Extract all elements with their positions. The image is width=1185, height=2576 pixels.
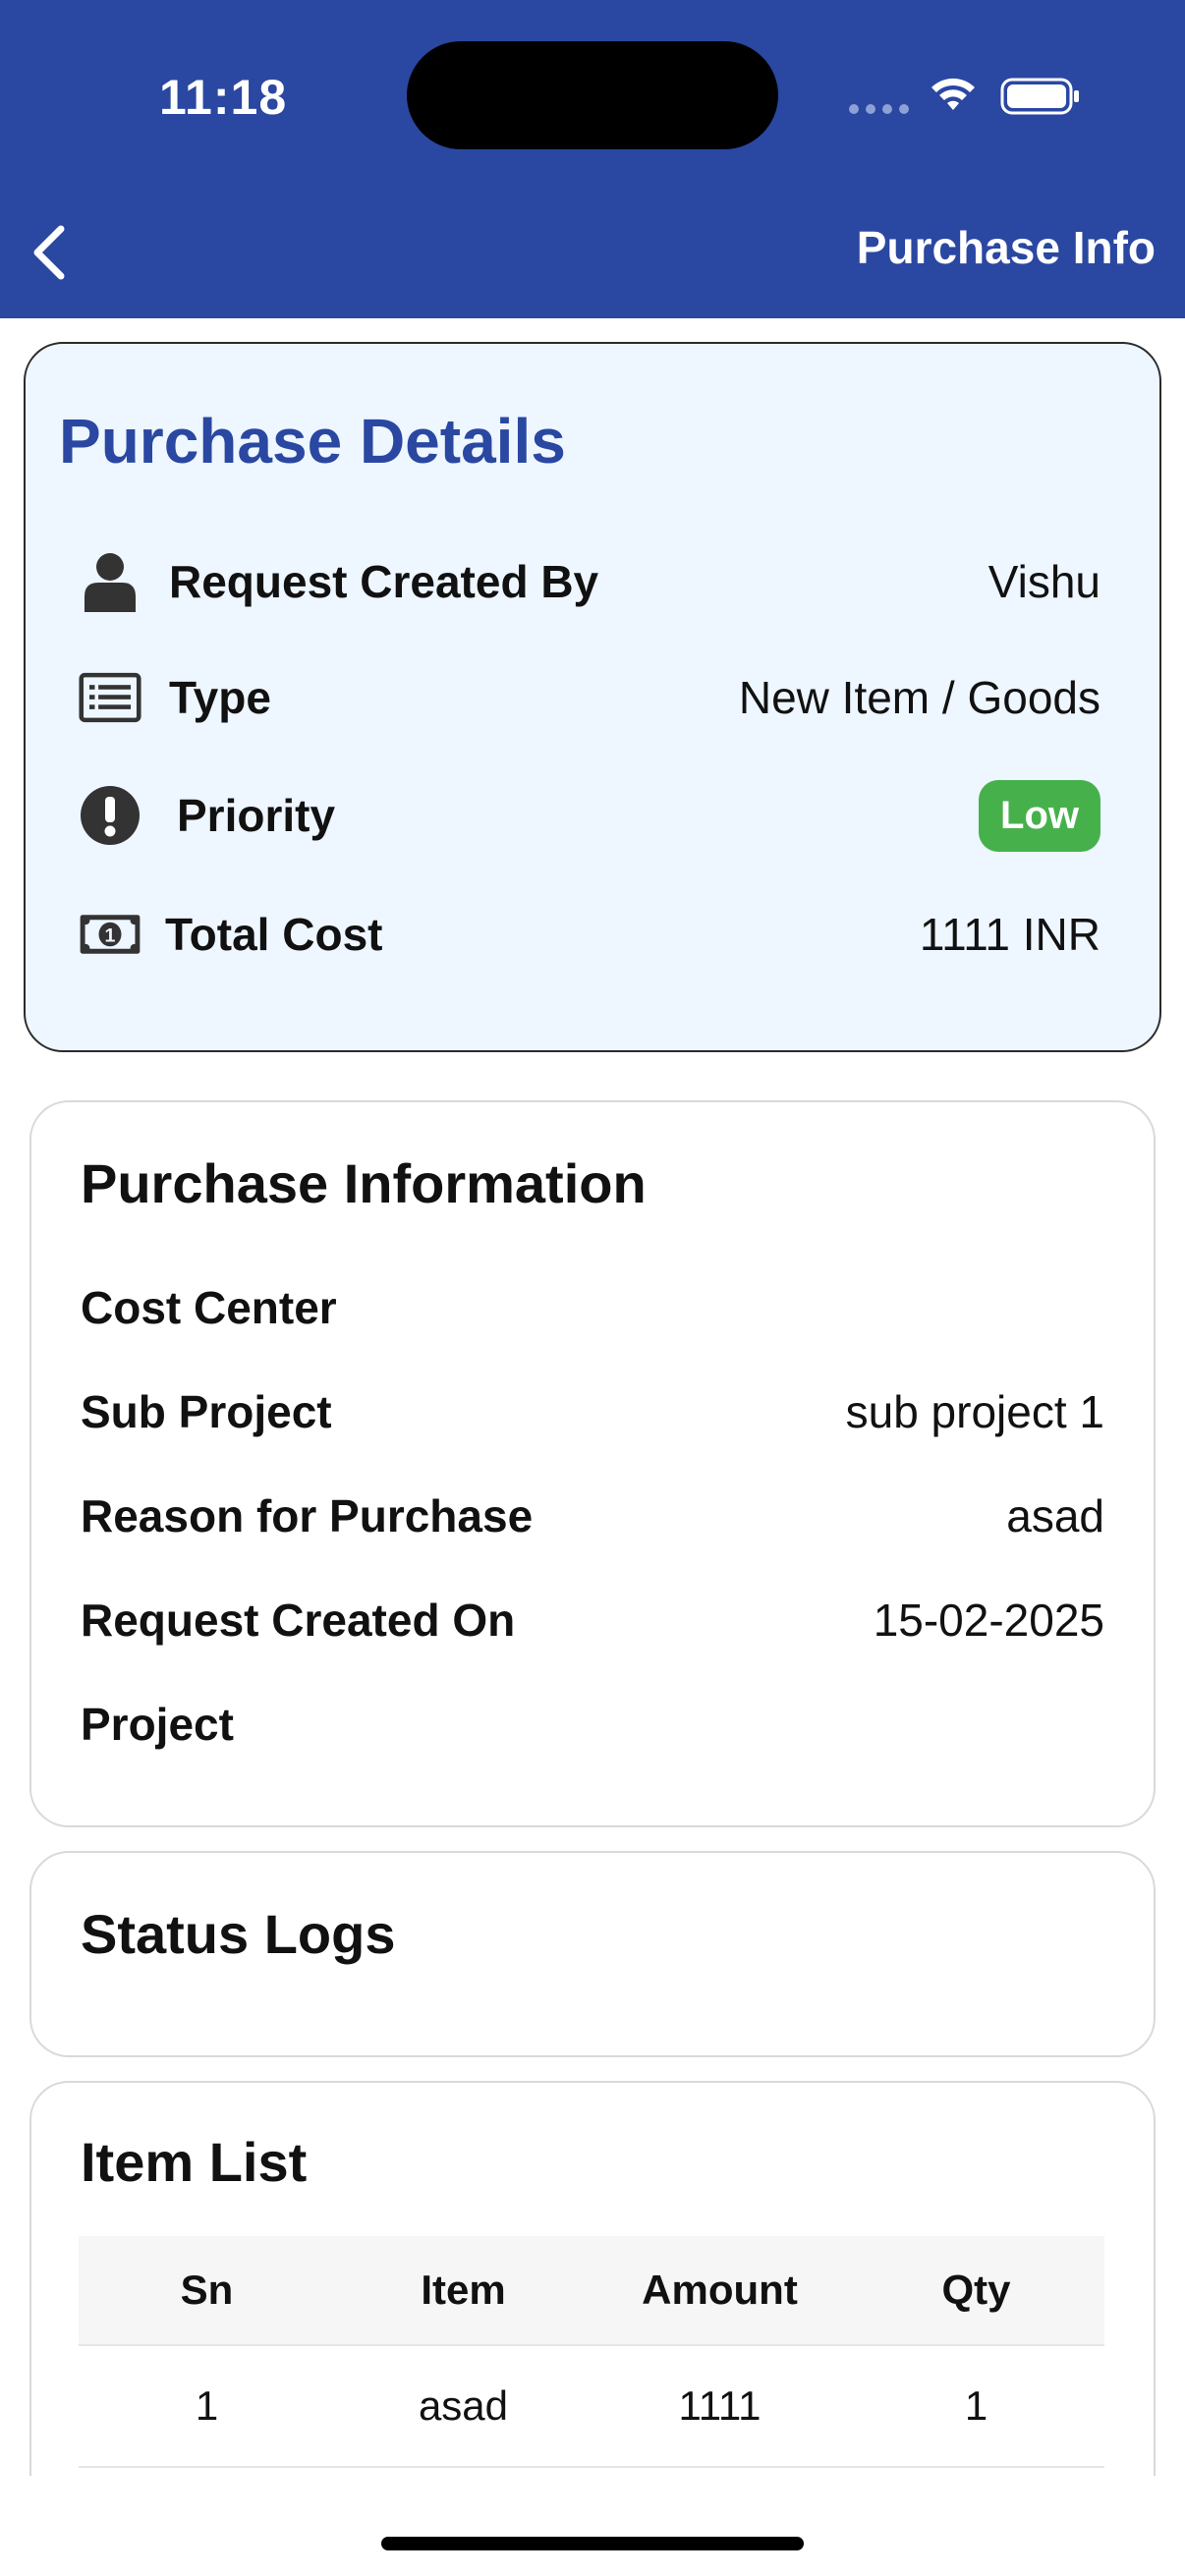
page-title: Purchase Info xyxy=(856,222,1156,273)
total-cost-value: 1111 INR xyxy=(919,909,1100,960)
row-total-cost: 1 Total Cost 1111 INR xyxy=(79,895,1100,974)
status-time: 11:18 xyxy=(159,70,288,125)
reason-for-purchase-value: asad xyxy=(1006,1490,1104,1541)
exclamation-icon xyxy=(79,784,141,847)
row-type: Type New Item / Goods xyxy=(79,658,1100,737)
purchase-details-title: Purchase Details xyxy=(59,406,566,476)
column-header-sn: Sn xyxy=(180,2267,234,2313)
status-logs-title: Status Logs xyxy=(81,1903,396,1965)
app-header: 11:18 Purchase Info xyxy=(0,0,1185,318)
cell-amount: 1111 xyxy=(678,2382,762,2429)
cell-item: asad xyxy=(418,2382,509,2429)
column-header-qty: Qty xyxy=(941,2267,1011,2313)
bottom-safe-area xyxy=(0,2476,1185,2576)
cost-center-label: Cost Center xyxy=(81,1282,337,1333)
back-button[interactable] xyxy=(20,218,79,287)
priority-badge: Low xyxy=(979,779,1100,852)
screen: 11:18 Purchase Info Purchase Details Req… xyxy=(0,0,1185,2576)
type-label: Type xyxy=(169,672,271,723)
request-created-on-label: Request Created On xyxy=(81,1595,516,1646)
cell-sn: 1 xyxy=(195,2382,219,2429)
request-created-by-label: Request Created By xyxy=(169,556,599,607)
money-icon: 1 xyxy=(79,903,141,966)
request-created-on-value: 15-02-2025 xyxy=(873,1595,1104,1646)
row-priority: Priority Low xyxy=(79,776,1100,855)
column-header-item: Item xyxy=(421,2267,506,2313)
request-created-by-value: Vishu xyxy=(988,556,1100,607)
purchase-information-title: Purchase Information xyxy=(81,1152,647,1214)
battery-icon xyxy=(1000,78,1079,115)
item-list-title: Item List xyxy=(81,2131,308,2193)
list-icon xyxy=(79,666,141,729)
row-request-created-by: Request Created By Vishu xyxy=(79,542,1100,621)
person-icon xyxy=(79,550,141,613)
sub-project-value: sub project 1 xyxy=(845,1386,1104,1437)
reason-for-purchase-label: Reason for Purchase xyxy=(81,1490,534,1541)
table-row: 1 asad 1111 1 xyxy=(79,2346,1104,2468)
column-header-amount: Amount xyxy=(642,2267,798,2313)
row-project: Project xyxy=(81,1690,1104,1759)
chevron-left-icon xyxy=(33,225,65,280)
wifi-icon xyxy=(931,78,975,110)
row-cost-center: Cost Center xyxy=(81,1273,1104,1342)
svg-text:1: 1 xyxy=(105,924,116,946)
cell-qty: 1 xyxy=(964,2382,988,2429)
row-request-created-on: Request Created On 15-02-2025 xyxy=(81,1586,1104,1654)
home-indicator[interactable] xyxy=(381,2537,804,2550)
project-label: Project xyxy=(81,1699,234,1750)
cellular-signal-icon xyxy=(849,104,909,114)
sub-project-label: Sub Project xyxy=(81,1386,332,1437)
row-sub-project: Sub Project sub project 1 xyxy=(81,1377,1104,1446)
table-header: Sn Item Amount Qty xyxy=(79,2236,1104,2346)
type-value: New Item / Goods xyxy=(738,672,1100,723)
priority-label: Priority xyxy=(177,790,336,841)
total-cost-label: Total Cost xyxy=(165,909,383,960)
row-reason-for-purchase: Reason for Purchase asad xyxy=(81,1482,1104,1550)
item-table: Sn Item Amount Qty 1 asad 1111 1 xyxy=(79,2236,1104,2468)
dynamic-island xyxy=(407,41,778,149)
